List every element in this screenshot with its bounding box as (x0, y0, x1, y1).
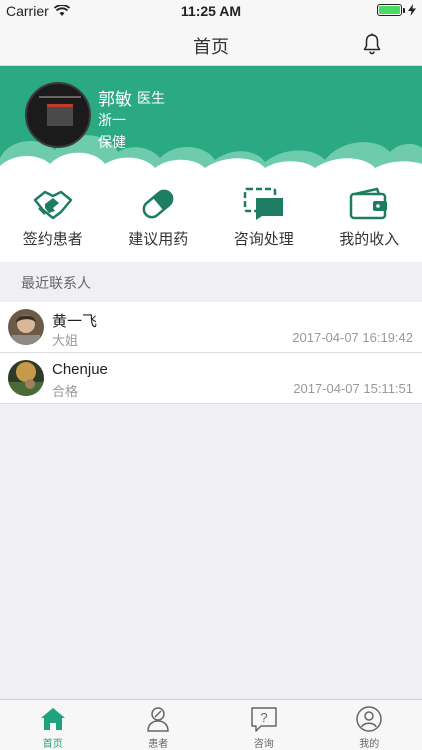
avatar (8, 360, 44, 396)
profile-header[interactable]: 郭敏 医生 浙一 保健 (0, 66, 422, 178)
patient-icon (147, 707, 170, 732)
status-bar: Carrier 11:25 AM (0, 0, 422, 22)
doctor-department: 保健 (98, 134, 126, 150)
tab-label: 咨询 (253, 739, 274, 750)
shortcut-signed-patients[interactable]: 签约患者 (0, 178, 106, 262)
tab-bar: 首页 患者 ? 咨询 我的 (0, 699, 422, 750)
doctor-avatar (25, 82, 91, 148)
status-time: 11:25 AM (180, 3, 242, 19)
tab-mine[interactable]: 我的 (317, 700, 422, 750)
list-item[interactable]: 黄一飞 大姐 2017-04-07 16:19:42 (0, 302, 422, 353)
navigation-bar: 首页 (0, 22, 422, 66)
tab-label: 首页 (42, 739, 63, 750)
contact-subtitle: 大姐 (52, 333, 79, 348)
shortcut-consultation[interactable]: 咨询处理 (211, 178, 317, 262)
tab-label: 患者 (148, 739, 169, 750)
wallet-icon (350, 187, 388, 220)
svg-text:?: ? (260, 710, 267, 725)
contact-time: 2017-04-07 16:19:42 (292, 330, 413, 345)
shortcut-grid: 签约患者 建议用药 咨询处理 我的收入 (0, 178, 422, 262)
contact-time: 2017-04-07 15:11:51 (293, 381, 413, 396)
page-title: 首页 (193, 37, 229, 57)
shortcut-label: 签约患者 (22, 231, 83, 248)
doctor-name: 郭敏 (98, 90, 132, 109)
contact-name: 黄一飞 (52, 313, 98, 330)
list-item[interactable]: Chenjue 合格 2017-04-07 15:11:51 (0, 353, 422, 404)
profile-icon (356, 706, 382, 732)
shortcut-label: 建议用药 (128, 231, 189, 248)
contact-subtitle: 合格 (52, 384, 79, 399)
doctor-title: 医生 (137, 90, 165, 106)
tab-label: 我的 (359, 739, 380, 750)
doctor-hospital: 浙一 (98, 112, 126, 128)
tab-home[interactable]: 首页 (0, 700, 106, 750)
shortcut-label: 咨询处理 (233, 231, 294, 248)
section-title: 最近联系人 (21, 275, 91, 291)
bell-icon[interactable] (360, 32, 384, 56)
tab-patients[interactable]: 患者 (106, 700, 212, 750)
shortcut-my-income[interactable]: 我的收入 (317, 178, 422, 262)
chat-icon (243, 187, 283, 220)
tab-consult[interactable]: ? 咨询 (211, 700, 317, 750)
avatar (8, 309, 44, 345)
battery-icon (377, 4, 405, 16)
handshake-icon (33, 190, 72, 220)
pill-icon (142, 189, 174, 219)
question-icon: ? (251, 707, 277, 732)
shortcut-label: 我的收入 (339, 231, 400, 248)
charging-icon (408, 4, 416, 16)
contact-name: Chenjue (52, 361, 108, 378)
contact-list: 黄一飞 大姐 2017-04-07 16:19:42 Chenjue 合格 20… (0, 302, 422, 404)
shortcut-suggest-medication[interactable]: 建议用药 (106, 178, 212, 262)
home-icon (40, 708, 65, 730)
